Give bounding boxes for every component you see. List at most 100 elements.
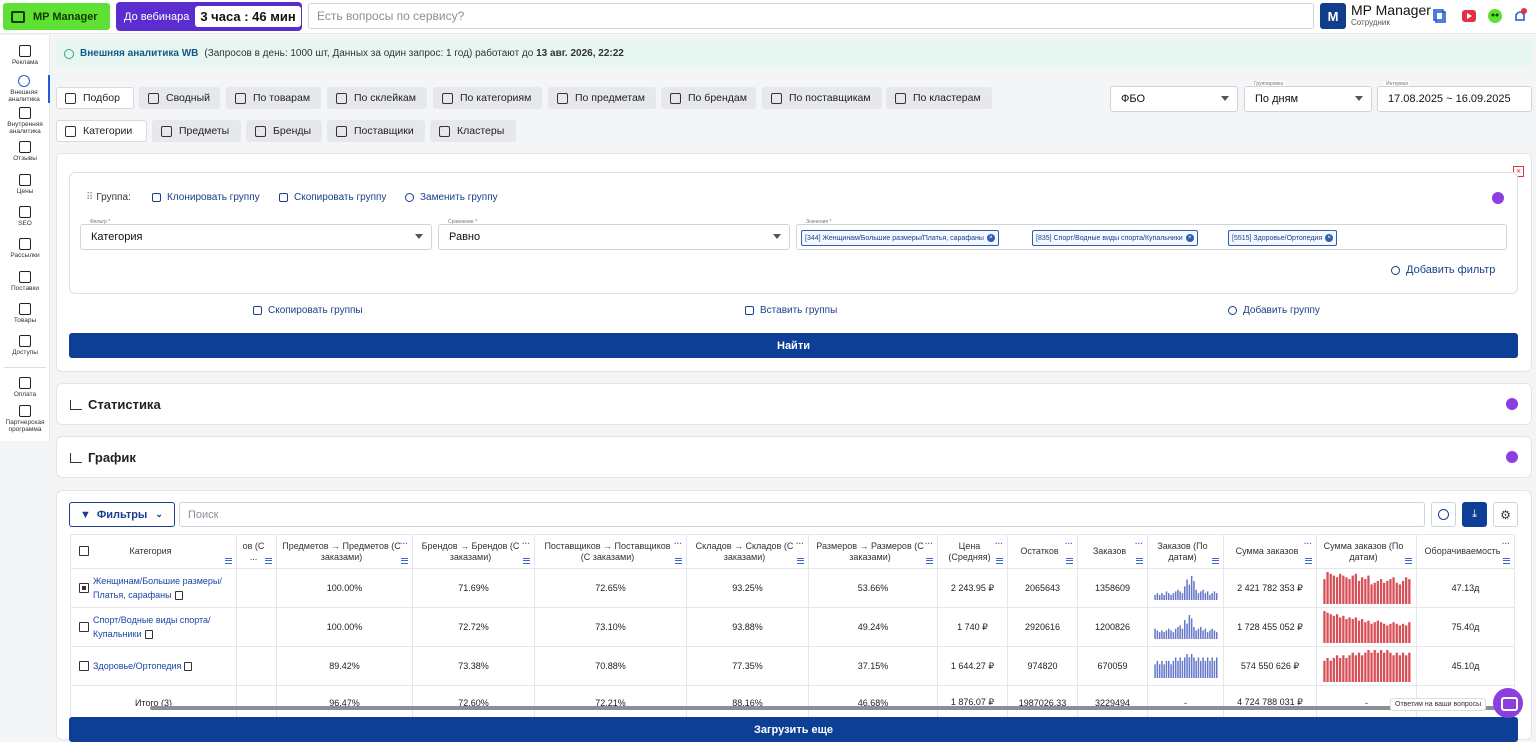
col-header-suppliers[interactable]: Поставщиков → Поставщиков (С заказами) ··…	[534, 534, 687, 569]
category-link[interactable]: Женщинам/Большие размеры/Платья, сарафан…	[93, 576, 222, 600]
column-menu-icon[interactable]	[1212, 558, 1219, 564]
sidebar-item-partners[interactable]: Партнерская программа	[0, 405, 50, 433]
column-menu-icon[interactable]	[265, 558, 272, 564]
more-icon[interactable]: ···	[522, 538, 530, 549]
column-menu-icon[interactable]	[1136, 558, 1143, 564]
col-header-turnover[interactable]: Оборачиваемость ···	[1416, 534, 1515, 569]
columns-button[interactable]	[1431, 502, 1456, 527]
col-header-order-sum[interactable]: Сумма заказов ···	[1223, 534, 1317, 569]
category-cell[interactable]: Спорт/Водные виды спорта/Купальники	[70, 607, 237, 647]
column-menu-icon[interactable]	[225, 558, 232, 564]
export-button[interactable]: ⤓	[1462, 502, 1487, 527]
date-interval-input[interactable]: 17.08.2025 ~ 16.09.2025	[1377, 86, 1532, 112]
row-checkbox[interactable]	[79, 661, 89, 671]
expand-stats-icon[interactable]	[1506, 398, 1518, 410]
sidebar-item-external-analytics[interactable]: Внешняя аналитика	[0, 75, 50, 103]
column-menu-icon[interactable]	[523, 558, 530, 564]
remove-chip-icon[interactable]: ×	[986, 234, 995, 242]
sidebar-item-mailing[interactable]: Рассылки	[0, 238, 50, 259]
tab-by-merges[interactable]: По склейкам	[327, 87, 427, 109]
category-cell[interactable]: Женщинам/Большие размеры/Платья, сарафан…	[70, 568, 237, 608]
more-icon[interactable]: ···	[995, 538, 1003, 549]
settings-button[interactable]: ⚙	[1493, 502, 1518, 527]
copy-icon[interactable]	[184, 662, 193, 672]
column-menu-icon[interactable]	[1503, 558, 1510, 564]
more-icon[interactable]: ···	[796, 538, 804, 549]
col-header-order-sum-by-date[interactable]: Сумма заказов (По датам)	[1316, 534, 1417, 569]
expand-chart-icon[interactable]	[1506, 451, 1518, 463]
tab-categories[interactable]: Категории	[56, 120, 147, 142]
webinar-countdown[interactable]: До вебинара 3 часа : 46 мин	[116, 2, 302, 31]
replace-group-button[interactable]: Заменить группу	[405, 192, 498, 203]
sidebar-item-access[interactable]: Доступы	[0, 335, 50, 356]
sidebar-item-supplies[interactable]: Поставки	[0, 271, 50, 292]
column-menu-icon[interactable]	[797, 558, 804, 564]
tab-by-clusters[interactable]: По кластерам	[886, 87, 992, 109]
table-row[interactable]: Спорт/Водные виды спорта/Купальники 100.0…	[70, 607, 1515, 647]
drag-handle-icon[interactable]: ⠿	[86, 192, 93, 203]
column-menu-icon[interactable]	[996, 558, 1003, 564]
tab-brands[interactable]: Бренды	[246, 120, 322, 142]
col-header-subjects[interactable]: Предметов → Предметов (С заказами) ···	[276, 534, 413, 569]
tab-by-suppliers[interactable]: По поставщикам	[762, 87, 882, 109]
tab-by-categories[interactable]: По категориям	[433, 87, 542, 109]
tab-subjects[interactable]: Предметы	[152, 120, 241, 142]
compare-select[interactable]: Равно	[438, 224, 790, 250]
sidebar-item-products[interactable]: Товары	[0, 303, 50, 324]
sidebar-item-ads[interactable]: Реклама	[0, 45, 50, 66]
logo[interactable]: MP Manager	[3, 3, 110, 30]
tab-clusters[interactable]: Кластеры	[430, 120, 516, 142]
paste-groups-button[interactable]: Вставить группы	[745, 305, 837, 316]
mascot-icon[interactable]	[1487, 8, 1503, 24]
grouping-select[interactable]: По дням	[1244, 86, 1372, 112]
column-menu-icon[interactable]	[1305, 558, 1312, 564]
column-menu-icon[interactable]	[1066, 558, 1073, 564]
row-checkbox[interactable]	[79, 622, 89, 632]
remove-chip-icon[interactable]: ×	[1325, 234, 1334, 242]
stats-panel[interactable]	[56, 383, 1532, 425]
col-header-category[interactable]: Категория	[70, 534, 237, 569]
table-row[interactable]: Женщинам/Большие размеры/Платья, сарафан…	[70, 568, 1515, 608]
help-search-input[interactable]: Есть вопросы по сервису?	[308, 3, 1314, 29]
avatar[interactable]: M	[1320, 3, 1346, 29]
select-all-checkbox[interactable]	[79, 546, 89, 556]
filter-field-select[interactable]: Категория	[80, 224, 432, 250]
collapse-group-icon[interactable]	[1492, 192, 1504, 204]
sidebar-item-prices[interactable]: Цены	[0, 174, 50, 195]
copy-icon[interactable]	[1432, 8, 1448, 24]
column-menu-icon[interactable]	[1405, 558, 1412, 564]
category-cell[interactable]: Здоровье/Ортопедия	[70, 646, 237, 686]
col-header-price[interactable]: Цена (Средняя) ···	[937, 534, 1008, 569]
row-checkbox[interactable]	[79, 583, 89, 593]
load-more-button[interactable]: Загрузить еще	[69, 717, 1518, 742]
copy-groups-button[interactable]: Скопировать группы	[253, 305, 363, 316]
sidebar-item-payment[interactable]: Оплата	[0, 377, 50, 398]
category-link[interactable]: Здоровье/Ортопедия	[93, 661, 181, 671]
remove-chip-icon[interactable]: ×	[1185, 234, 1194, 242]
sidebar-item-seo[interactable]: SEO	[0, 206, 50, 227]
more-icon[interactable]: ···	[1304, 538, 1312, 549]
sidebar-item-reviews[interactable]: Отзывы	[0, 141, 50, 162]
more-icon[interactable]: ···	[674, 538, 682, 549]
tab-by-products[interactable]: По товарам	[226, 87, 321, 109]
column-menu-icon[interactable]	[401, 558, 408, 564]
copy-icon[interactable]	[144, 630, 153, 640]
tab-by-subjects[interactable]: По предметам	[548, 87, 656, 109]
copy-group-button[interactable]: Скопировать группу	[279, 192, 386, 203]
add-group-button[interactable]: Добавить группу	[1228, 305, 1320, 316]
chart-panel[interactable]	[56, 436, 1532, 478]
more-icon[interactable]: ···	[1135, 538, 1143, 549]
tab-selection[interactable]: Подбор	[56, 87, 134, 109]
table-row[interactable]: Здоровье/Ортопедия 89.42% 73.38% 70.88% 77.3…	[70, 646, 1515, 686]
find-button[interactable]: Найти	[69, 333, 1518, 358]
more-icon[interactable]: ···	[1065, 538, 1073, 549]
col-header-stock[interactable]: Остатков ···	[1007, 534, 1078, 569]
value-chip[interactable]: [5515] Здоровье/Ортопедия ×	[1228, 230, 1338, 246]
warehouse-select[interactable]: ФБО	[1110, 86, 1238, 112]
bell-icon[interactable]	[1512, 8, 1528, 24]
col-header-orders-by-date[interactable]: Заказов (По датам)	[1147, 534, 1224, 569]
column-menu-icon[interactable]	[675, 558, 682, 564]
copy-icon[interactable]	[174, 591, 183, 601]
column-menu-icon[interactable]	[926, 558, 933, 564]
clone-group-button[interactable]: Клонировать группу	[152, 192, 260, 203]
